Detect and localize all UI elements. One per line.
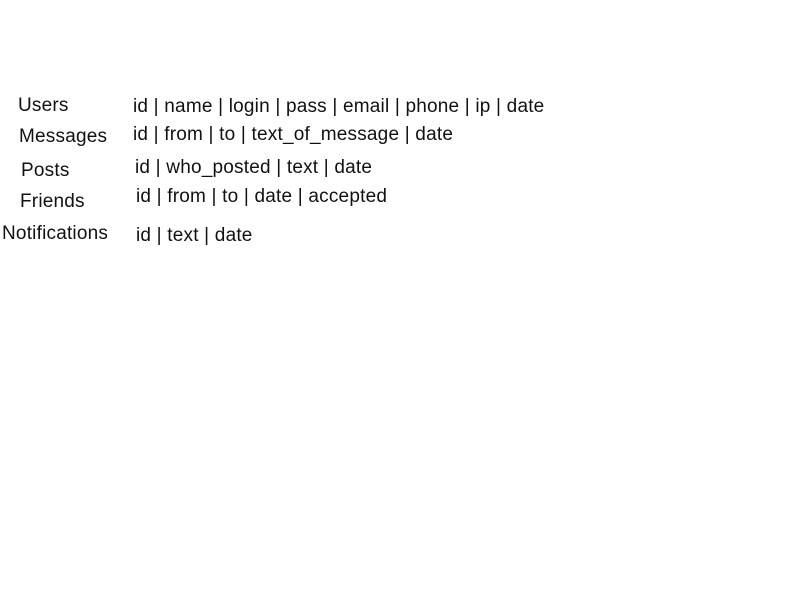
table-name-friends: Friends — [20, 191, 85, 212]
schema-diagram: Users id | name | login | pass | email |… — [0, 0, 800, 600]
table-name-users: Users — [18, 95, 69, 116]
table-name-messages: Messages — [19, 126, 108, 147]
table-fields-messages: id | from | to | text_of_message | date — [133, 124, 454, 145]
table-fields-friends: id | from | to | date | accepted — [136, 186, 388, 207]
table-fields-posts: id | who_posted | text | date — [135, 157, 373, 178]
table-fields-notifications: id | text | date — [136, 225, 253, 246]
table-name-notifications: Notifications — [2, 223, 109, 244]
table-name-posts: Posts — [21, 160, 70, 181]
table-fields-users: id | name | login | pass | email | phone… — [133, 96, 545, 117]
